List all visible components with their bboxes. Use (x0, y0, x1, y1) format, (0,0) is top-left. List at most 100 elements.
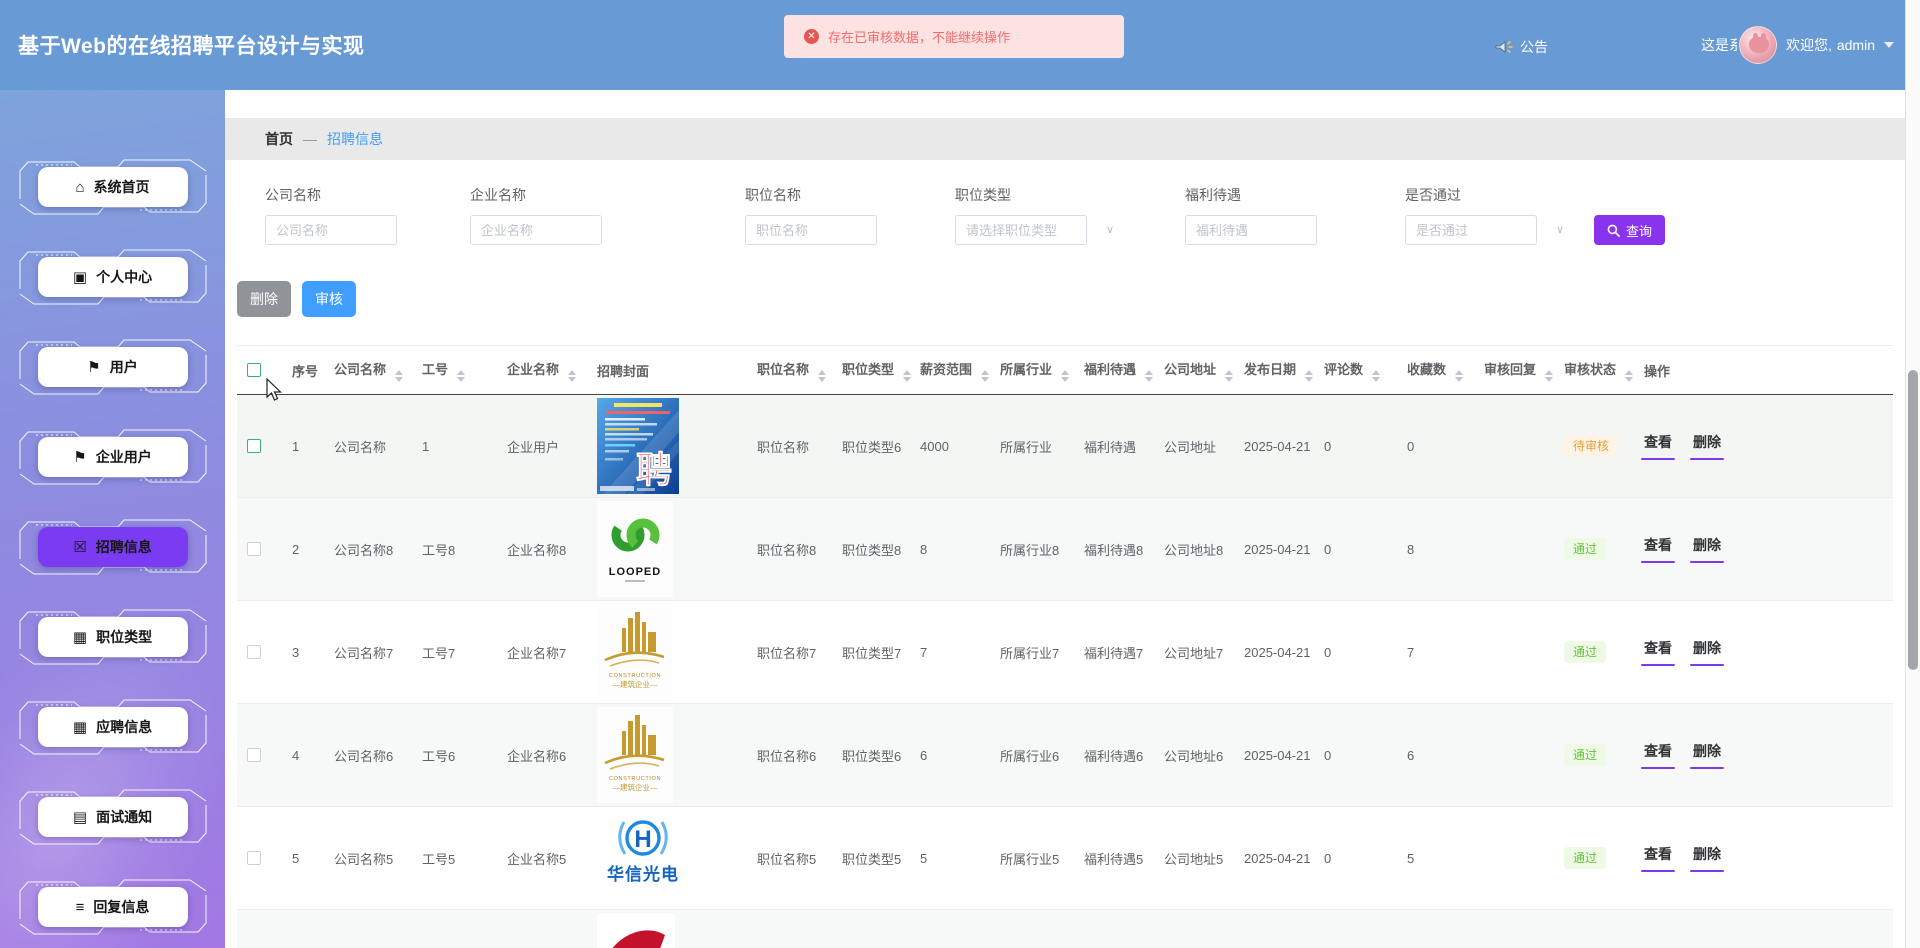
column-header-job_type[interactable]: 职位类型 (832, 345, 911, 395)
column-header-job_name[interactable]: 职位名称 (747, 345, 832, 395)
cell-enterprise: 企业名称8 (497, 497, 587, 601)
column-header-worker_no[interactable]: 工号 (412, 345, 497, 395)
sidebar-item-profile[interactable]: ▣ 个人中心 (12, 246, 214, 308)
error-toast-text: 存在已审核数据，不能继续操作 (828, 30, 1011, 45)
flag-icon: ⚑ (73, 448, 87, 466)
cover-image-red-logo[interactable] (597, 913, 675, 948)
announcement-link[interactable]: 公告 (1495, 37, 1548, 57)
sort-caret[interactable] (567, 369, 576, 382)
sidebar-item-home[interactable]: ⌂ 系统首页 (12, 156, 214, 218)
row-checkbox[interactable] (247, 645, 261, 659)
view-link[interactable]: 查看 (1641, 432, 1675, 460)
cell-enterprise: 企业名称7 (497, 600, 587, 704)
sort-caret[interactable] (980, 369, 989, 382)
sort-caret[interactable] (1060, 369, 1069, 382)
cell-comments: 0 (1314, 394, 1397, 498)
audit-button[interactable]: 审核 (302, 281, 356, 317)
cell-welfare: 福利待遇7 (1074, 600, 1154, 704)
column-header-favorites[interactable]: 收藏数 (1397, 345, 1474, 395)
cover-image-looped[interactable]: LOOPED (597, 501, 673, 597)
column-header-company[interactable]: 公司名称 (324, 345, 412, 395)
delete-button[interactable]: 删除 (237, 281, 291, 317)
cover-image-construction[interactable]: CONSTRUCTION —建筑企业— (597, 707, 673, 803)
view-link[interactable]: 查看 (1641, 741, 1675, 769)
column-header-audit_reply[interactable]: 审核回复 (1474, 345, 1554, 395)
view-link[interactable]: 查看 (1641, 844, 1675, 872)
cell-audit_reply (1474, 806, 1554, 910)
cover-image-huaxin[interactable]: H 华信光电 (597, 810, 689, 906)
cell-job_type: 职位类型6 (832, 703, 910, 807)
select-all-checkbox[interactable] (247, 363, 261, 377)
sidebar-item-interview-notices[interactable]: ▤ 面试通知 (12, 786, 214, 848)
sidebar-item-users[interactable]: ⚑ 用户 (12, 336, 214, 398)
cover-image-poster[interactable]: 聘 (597, 398, 679, 494)
cell-industry: 所属行业6 (990, 703, 1074, 807)
column-header-salary[interactable]: 薪资范围 (910, 345, 990, 395)
chevron-down-icon[interactable] (1884, 41, 1894, 53)
view-link[interactable]: 查看 (1641, 535, 1675, 563)
sort-caret[interactable] (394, 369, 403, 382)
sort-caret[interactable] (456, 369, 465, 382)
cell-job_type: 职位类型7 (832, 600, 910, 704)
job-name-input[interactable] (745, 215, 877, 245)
delete-link[interactable]: 删除 (1690, 638, 1724, 666)
cell-seq: 2 (282, 497, 324, 601)
view-link[interactable]: 查看 (1641, 638, 1675, 666)
cell-favorites: 5 (1397, 806, 1474, 910)
row-checkbox[interactable] (247, 439, 261, 453)
grid-icon: ▦ (72, 718, 88, 736)
sidebar-item-recruit-info[interactable]: ☒ 招聘信息 (12, 516, 214, 578)
row-checkbox[interactable] (247, 851, 261, 865)
scrollbar-thumb[interactable] (1908, 370, 1918, 670)
enterprise-input[interactable] (470, 215, 602, 245)
delete-link[interactable]: 删除 (1690, 741, 1724, 769)
breadcrumb-home[interactable]: 首页 (265, 129, 293, 149)
sort-caret[interactable] (1371, 369, 1380, 382)
sort-caret[interactable] (1224, 369, 1233, 382)
sort-caret[interactable] (902, 369, 911, 382)
job-type-select[interactable] (955, 215, 1087, 245)
sidebar-item-replies[interactable]: ≡ 回复信息 (12, 876, 214, 938)
cell-audit-status: 通过 (1554, 497, 1634, 601)
cell-cover: 聘 (587, 394, 747, 498)
svg-text:—建筑企业—: —建筑企业— (613, 782, 658, 792)
cell-comments: 0 (1314, 497, 1397, 601)
column-header-pub_date[interactable]: 发布日期 (1234, 345, 1314, 395)
sidebar-item-label: 回复信息 (93, 899, 150, 915)
column-header-audit_status[interactable]: 审核状态 (1554, 345, 1634, 395)
search-button-label: 查询 (1626, 223, 1653, 239)
sort-caret[interactable] (1624, 369, 1633, 382)
welfare-input[interactable] (1185, 215, 1317, 245)
announcement-label: 公告 (1520, 39, 1548, 55)
row-checkbox[interactable] (247, 542, 261, 556)
sort-caret[interactable] (1304, 369, 1313, 382)
column-header-welfare[interactable]: 福利待遇 (1074, 345, 1154, 395)
sidebar-item-job-types[interactable]: ▦ 职位类型 (12, 606, 214, 668)
sort-caret[interactable] (817, 369, 826, 382)
column-header-comments[interactable]: 评论数 (1314, 345, 1397, 395)
sort-caret[interactable] (1544, 369, 1553, 382)
status-badge: 通过 (1564, 847, 1607, 869)
row-checkbox[interactable] (247, 748, 261, 762)
cell-ops: 查看 删除 (1634, 806, 1893, 910)
username[interactable]: admin (1837, 37, 1875, 53)
delete-link[interactable]: 删除 (1690, 844, 1724, 872)
sidebar-item-applications[interactable]: ▦ 应聘信息 (12, 696, 214, 758)
sidebar-item-enterprise-users[interactable]: ⚑ 企业用户 (12, 426, 214, 488)
pass-select[interactable] (1405, 215, 1537, 245)
sort-caret[interactable] (1144, 369, 1153, 382)
breadcrumb-current[interactable]: 招聘信息 (327, 129, 383, 149)
cell-welfare (1074, 909, 1154, 948)
column-header-enterprise[interactable]: 企业名称 (497, 345, 587, 395)
filter-group-welfare: 福利待遇 (1185, 185, 1317, 245)
delete-link[interactable]: 删除 (1690, 432, 1724, 460)
cover-image-construction[interactable]: CONSTRUCTION —建筑企业— (597, 604, 673, 700)
column-header-address[interactable]: 公司地址 (1154, 345, 1234, 395)
avatar[interactable] (1738, 26, 1777, 64)
search-button[interactable]: 查询 (1594, 215, 1666, 245)
column-header-industry[interactable]: 所属行业 (990, 345, 1074, 395)
company-input[interactable] (265, 215, 397, 245)
sort-caret[interactable] (1454, 369, 1463, 382)
delete-link[interactable]: 删除 (1690, 535, 1724, 563)
table-row: 3 公司名称7 工号7 企业名称7 CONSTRUCTION —建筑企业— 职位名称7… (237, 600, 1893, 704)
